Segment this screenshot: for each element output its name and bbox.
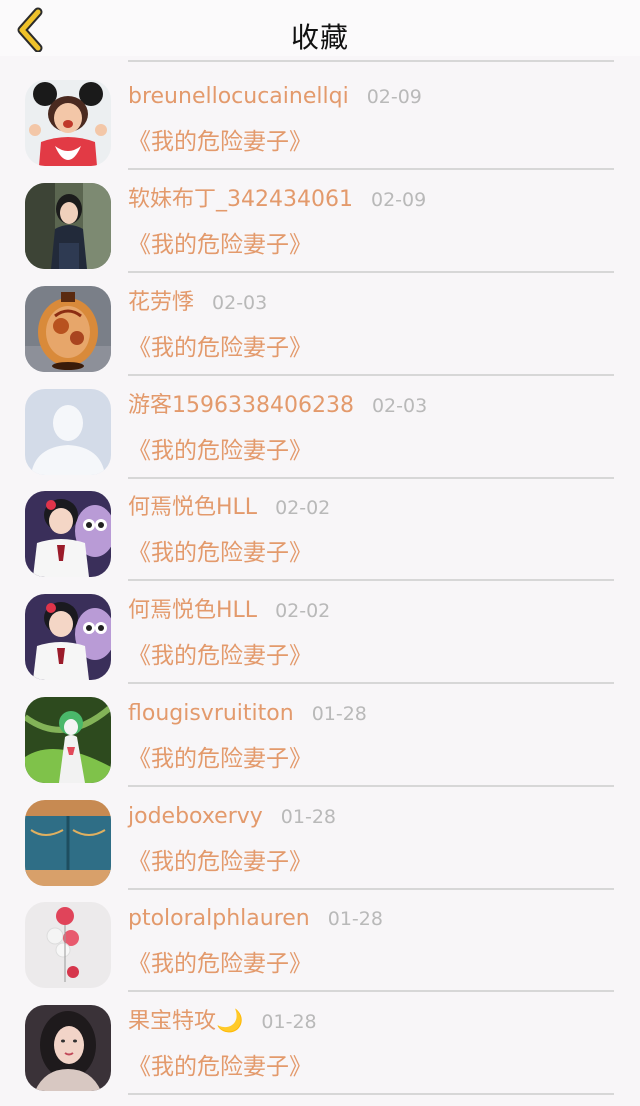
gardevoir-avatar[interactable] (25, 697, 111, 783)
list-item[interactable]: jodeboxervy 01-28 《我的危险妻子》 (0, 776, 640, 890)
item-date: 01-28 (311, 703, 367, 725)
balloon-avatar[interactable] (25, 902, 111, 988)
item-meta: 游客1596338406238 02-03 (128, 390, 427, 422)
list-item[interactable]: 何焉悦色HLL 02-02 《我的危险妻子》 (0, 467, 640, 581)
boy-owl-avatar[interactable] (25, 594, 111, 680)
user-name[interactable]: jodeboxervy (128, 804, 263, 829)
work-title[interactable]: 《我的危险妻子》 (128, 1051, 312, 1083)
row-divider (128, 1093, 614, 1095)
item-date: 02-03 (371, 395, 428, 417)
boy-owl-avatar[interactable] (25, 491, 111, 577)
item-meta: 软妹布丁_342434061 02-09 (128, 184, 426, 216)
user-name[interactable]: 软妹布丁_342434061 (128, 187, 353, 212)
item-meta: flougisvruititon 01-28 (128, 698, 367, 730)
list-item[interactable]: ptoloralphlauren 01-28 《我的危险妻子》 (0, 878, 640, 992)
item-meta: jodeboxervy 01-28 (128, 801, 336, 833)
work-title[interactable]: 《我的危险妻子》 (128, 948, 312, 980)
item-meta: 何焉悦色HLL 02-02 (128, 492, 330, 524)
item-date: 01-28 (280, 806, 337, 828)
user-name[interactable]: 果宝特攻🌙 (128, 1009, 243, 1034)
item-date: 01-28 (327, 908, 383, 930)
item-meta: ptoloralphlauren 01-28 (128, 903, 383, 935)
list-item[interactable]: 软妹布丁_342434061 02-09 《我的危险妻子》 (0, 159, 640, 273)
item-date: 02-02 (275, 497, 331, 519)
work-title[interactable]: 《我的危险妻子》 (128, 640, 312, 672)
page-title: 收藏 (290, 21, 349, 54)
item-meta: breunellocucainellqi 02-09 (128, 81, 422, 113)
work-title[interactable]: 《我的危险妻子》 (128, 743, 312, 775)
work-title[interactable]: 《我的危险妻子》 (128, 846, 312, 878)
item-meta: 何焉悦色HLL 02-02 (128, 595, 330, 627)
work-title[interactable]: 《我的危险妻子》 (128, 229, 312, 261)
user-name[interactable]: ptoloralphlauren (128, 906, 310, 931)
item-date: 02-02 (275, 600, 331, 622)
item-meta: 花劳悸 02-03 (128, 287, 267, 319)
girl-photo-avatar[interactable] (25, 183, 111, 269)
item-date: 02-09 (370, 189, 427, 211)
user-name[interactable]: 游客1596338406238 (128, 393, 354, 418)
item-date: 02-09 (366, 86, 422, 108)
nav-header: 收藏 (0, 0, 640, 56)
vase-avatar[interactable] (25, 286, 111, 372)
denim-avatar[interactable] (25, 800, 111, 886)
work-title[interactable]: 《我的危险妻子》 (128, 332, 312, 364)
list-item[interactable]: 何焉悦色HLL 02-02 《我的危险妻子》 (0, 570, 640, 684)
item-meta: 果宝特攻🌙 01-28 (128, 1006, 317, 1038)
work-title[interactable]: 《我的危险妻子》 (128, 435, 312, 467)
list-item[interactable]: 花劳悸 02-03 《我的危险妻子》 (0, 262, 640, 376)
favorites-list: breunellocucainellqi 02-09 《我的危险妻子》 软妹布丁_… (0, 0, 640, 1106)
list-item[interactable]: 果宝特攻🌙 01-28 《我的危险妻子》 (0, 981, 640, 1095)
default-user-avatar[interactable] (25, 389, 111, 475)
list-item[interactable]: 游客1596338406238 02-03 《我的危险妻子》 (0, 365, 640, 479)
work-title[interactable]: 《我的危险妻子》 (128, 537, 312, 569)
user-name[interactable]: flougisvruititon (128, 701, 294, 726)
user-name[interactable]: 何焉悦色HLL (128, 495, 257, 520)
list-item[interactable]: breunellocucainellqi 02-09 《我的危险妻子》 (0, 56, 640, 170)
item-date: 01-28 (261, 1011, 317, 1033)
list-item[interactable]: flougisvruititon 01-28 《我的危险妻子》 (0, 673, 640, 787)
user-name[interactable]: 花劳悸 (128, 290, 194, 315)
work-title[interactable]: 《我的危险妻子》 (128, 126, 312, 158)
girl-mouse-ears-avatar[interactable] (25, 80, 111, 166)
item-date: 02-03 (212, 292, 268, 314)
user-name[interactable]: breunellocucainellqi (128, 84, 349, 109)
user-name[interactable]: 何焉悦色HLL (128, 598, 257, 623)
girl-portrait-avatar[interactable] (25, 1005, 111, 1091)
